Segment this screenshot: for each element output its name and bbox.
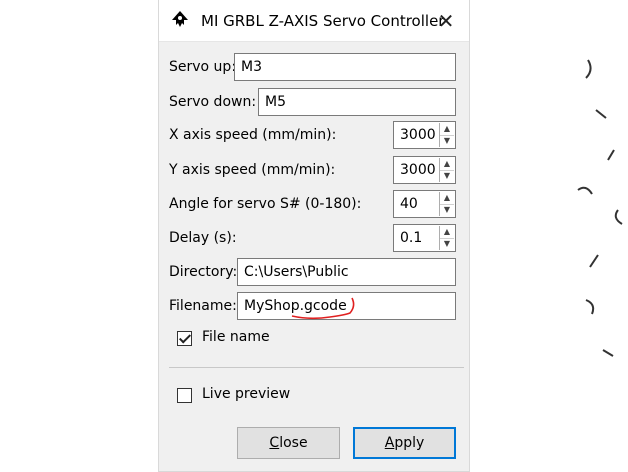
x-speed-row: X axis speed (mm/min): [169,120,336,150]
servo-angle-label: Angle for servo S# (0-180): [169,196,362,212]
y-speed-value[interactable]: 3000 [400,157,436,183]
file-name-checkbox-label: File name [202,329,270,345]
close-button-mnemonic: C [269,435,280,451]
dialog-window: MI GRBL Z-AXIS Servo Controller ✕ Servo … [158,0,470,472]
delay-value[interactable]: 0.1 [400,225,422,251]
servo-angle-spin-arrows: ▲ ▼ [439,192,454,216]
inkscape-logo-icon [172,11,188,27]
delay-spin-arrows: ▲ ▼ [439,226,454,250]
close-button[interactable]: Close [237,427,340,459]
servo-up-row: Servo up: [169,52,236,82]
servo-angle-spinbox[interactable]: 40 ▲ ▼ [393,190,456,218]
close-button-label: lose [279,435,308,451]
y-speed-spinbox[interactable]: 3000 ▲ ▼ [393,156,456,184]
delay-row: Delay (s): [169,223,237,253]
filename-input[interactable]: MyShop.gcode [237,292,456,320]
y-speed-spin-arrows: ▲ ▼ [439,158,454,182]
background-scribbles [577,59,623,357]
title-bar: MI GRBL Z-AXIS Servo Controller ✕ [159,0,469,42]
filename-row: Filename: [169,291,237,321]
servo-down-row: Servo down: [169,87,256,117]
servo-up-label: Servo up: [169,59,237,75]
servo-down-input[interactable]: M5 [258,88,456,116]
y-speed-row: Y axis speed (mm/min): [169,155,335,185]
triangle-down-icon[interactable]: ▼ [440,135,454,147]
file-name-checkbox[interactable] [177,331,192,346]
separator [169,367,464,368]
servo-angle-value[interactable]: 40 [400,191,418,217]
close-icon[interactable]: ✕ [423,0,469,42]
x-speed-spin-arrows: ▲ ▼ [439,123,454,147]
x-speed-spinbox[interactable]: 3000 ▲ ▼ [393,121,456,149]
x-speed-label: X axis speed (mm/min): [169,127,337,143]
servo-up-input[interactable]: M3 [234,53,456,81]
x-speed-value[interactable]: 3000 [400,122,436,148]
y-speed-label: Y axis speed (mm/min): [169,162,336,178]
triangle-down-icon[interactable]: ▼ [440,170,454,182]
delay-label: Delay (s): [169,230,237,246]
directory-input[interactable]: C:\Users\Public [237,258,456,286]
servo-down-label: Servo down: [169,94,257,110]
delay-spinbox[interactable]: 0.1 ▲ ▼ [393,224,456,252]
apply-button-label: pply [394,435,425,451]
apply-button[interactable]: Apply [353,427,456,459]
live-preview-checkbox[interactable] [177,388,192,403]
directory-label: Directory: [169,264,238,280]
filename-label: Filename: [169,298,237,314]
window-title: MI GRBL Z-AXIS Servo Controller [201,12,445,30]
triangle-down-icon[interactable]: ▼ [440,204,454,216]
directory-row: Directory: [169,257,237,287]
apply-button-mnemonic: A [384,435,395,451]
triangle-down-icon[interactable]: ▼ [440,238,454,250]
servo-angle-row: Angle for servo S# (0-180): [169,189,361,219]
live-preview-checkbox-label: Live preview [202,386,291,402]
